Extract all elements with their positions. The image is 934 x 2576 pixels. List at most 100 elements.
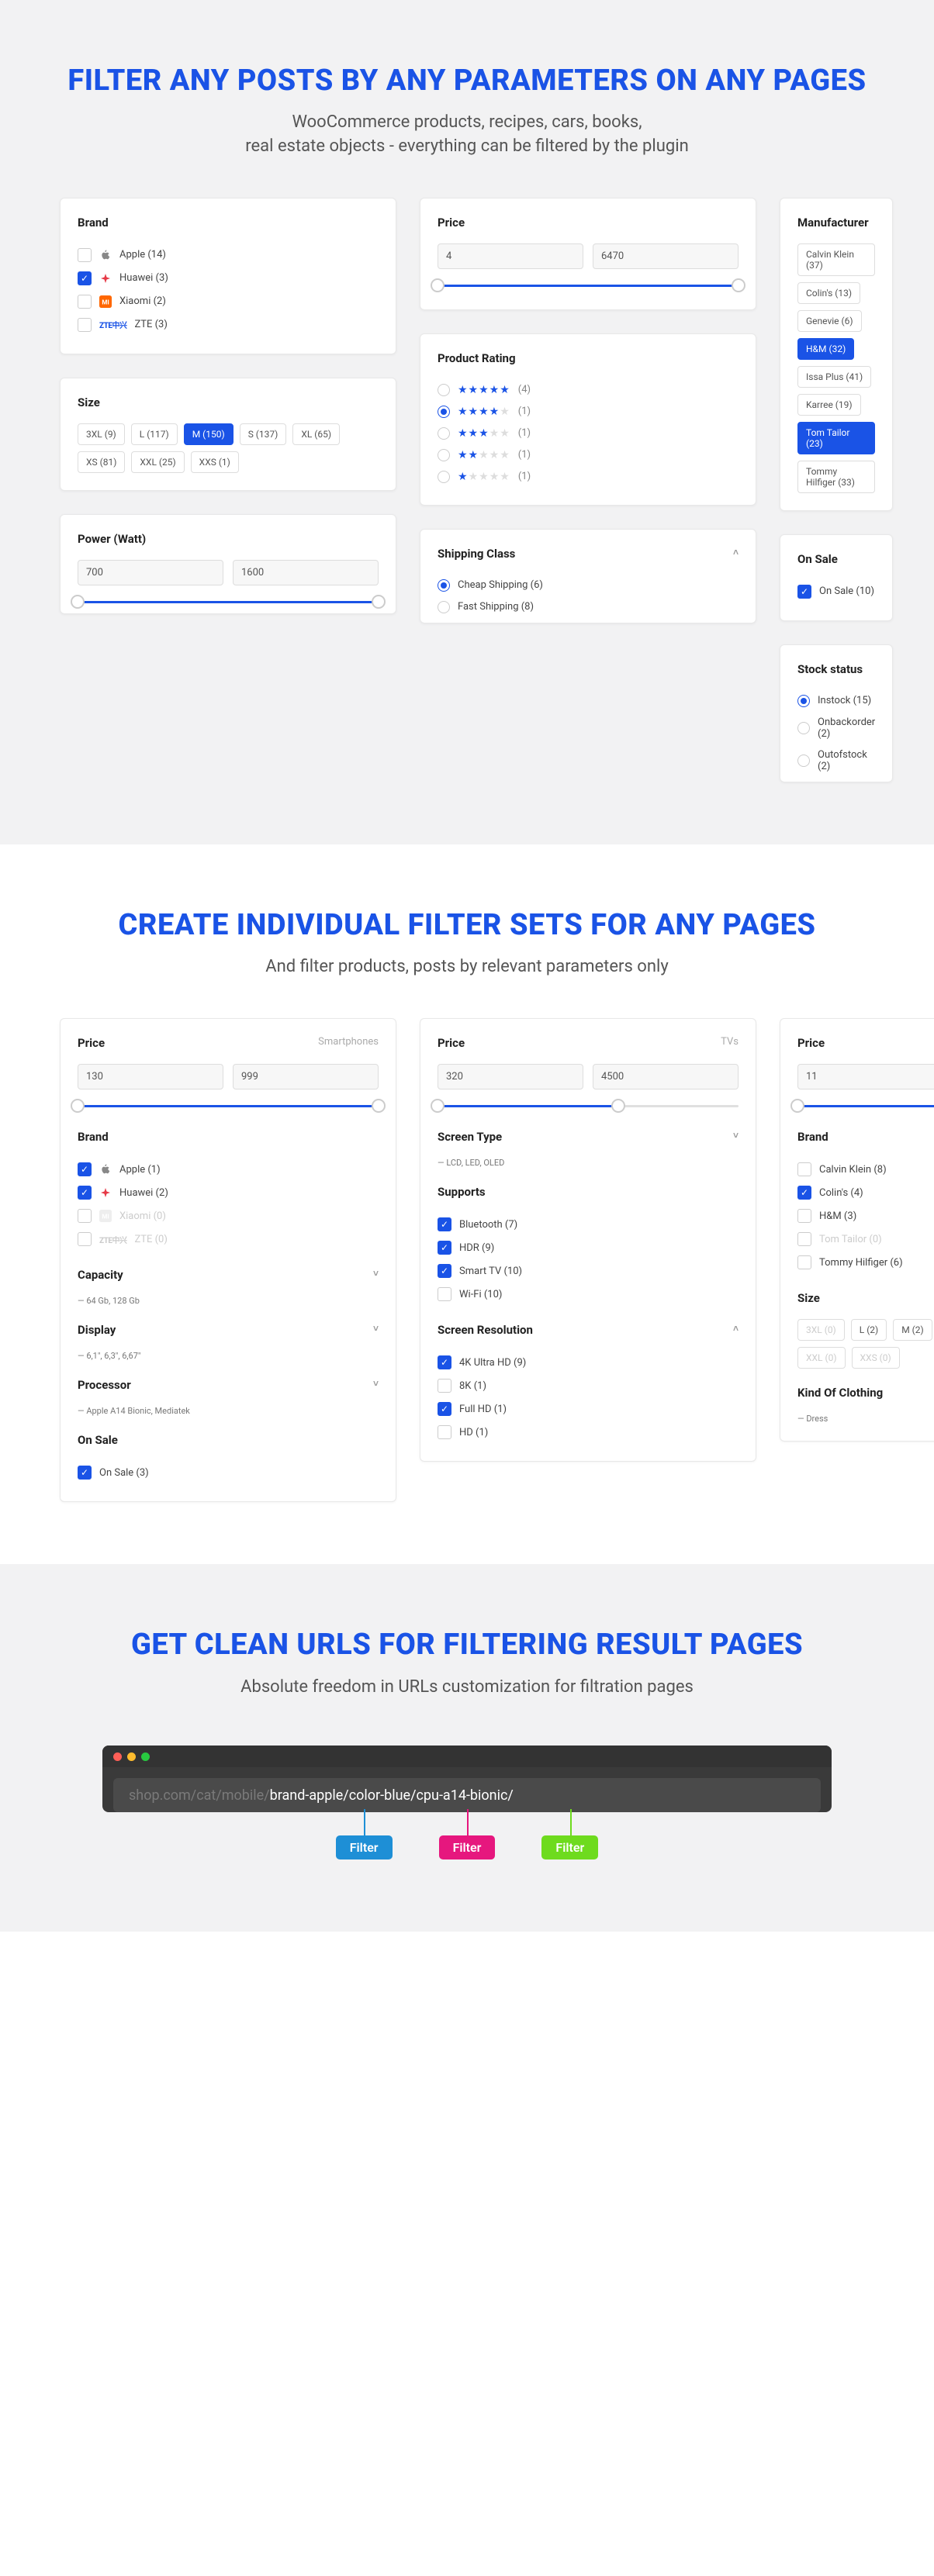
tvs-card: PriceTVs Screen Type˅ — LCD, LED, OLED S… bbox=[420, 1018, 756, 1462]
chevron-down-icon: ˅ bbox=[733, 1130, 739, 1141]
checkbox-row[interactable]: ✓Full HD (1) bbox=[438, 1397, 739, 1421]
power-min-input[interactable] bbox=[78, 560, 223, 585]
rating-row[interactable]: ★★★★★(1) bbox=[438, 466, 739, 488]
cl-kind-title[interactable]: Kind Of Clothing˅ bbox=[797, 1386, 934, 1400]
radio-row[interactable]: Instock (15) bbox=[797, 690, 875, 712]
power-max-input[interactable] bbox=[233, 560, 379, 585]
checkbox-row[interactable]: ✓Huawei (2) bbox=[78, 1181, 379, 1204]
chip[interactable]: S (137) bbox=[240, 423, 287, 445]
radio-row[interactable]: Outofstock (2) bbox=[797, 744, 875, 777]
checkbox-row[interactable]: ✓Colin's (4) bbox=[797, 1181, 934, 1204]
checkbox-row[interactable]: ✓On Sale (3) bbox=[78, 1461, 379, 1484]
checkbox-label: 4K Ultra HD (9) bbox=[459, 1357, 526, 1369]
checkbox-row[interactable]: ZTE中兴ZTE (3) bbox=[78, 313, 379, 337]
checkbox-label: Bluetooth (7) bbox=[459, 1219, 517, 1231]
chip[interactable]: Issa Plus (41) bbox=[797, 366, 871, 388]
checkbox-row[interactable]: Apple (14) bbox=[78, 243, 379, 267]
rating-count: (1) bbox=[518, 471, 531, 482]
rating-row[interactable]: ★★★★★(4) bbox=[438, 379, 739, 401]
checkbox-icon bbox=[797, 1209, 811, 1223]
chip[interactable]: Tommy Hilfiger (33) bbox=[797, 461, 875, 493]
chip[interactable]: XXS (1) bbox=[191, 451, 239, 473]
checkbox-row[interactable]: Tommy Hilfiger (6) bbox=[797, 1251, 934, 1274]
chevron-down-icon: ˅ bbox=[373, 1323, 379, 1334]
chip[interactable]: 3XL (9) bbox=[78, 423, 125, 445]
checkbox-row[interactable]: Tom Tailor (0) bbox=[797, 1228, 934, 1251]
price-max-input[interactable] bbox=[593, 243, 739, 269]
checkbox-row[interactable]: MIXiaomi (2) bbox=[78, 290, 379, 313]
cl-price-min[interactable] bbox=[797, 1064, 934, 1089]
checkbox-icon: ✓ bbox=[438, 1241, 451, 1255]
sp-price-min[interactable] bbox=[78, 1064, 223, 1089]
close-dot-icon bbox=[113, 1752, 122, 1761]
checkbox-row[interactable]: Calvin Klein (8) bbox=[797, 1158, 934, 1181]
sp-processor-title[interactable]: Processor˅ bbox=[78, 1378, 379, 1392]
checkbox-label: Huawei (2) bbox=[119, 1187, 168, 1199]
checkbox-row[interactable]: ✓On Sale (10) bbox=[797, 580, 875, 603]
chip[interactable]: 3XL (0) bbox=[797, 1319, 845, 1341]
sp-price-max[interactable] bbox=[233, 1064, 379, 1089]
sp-price-slider[interactable] bbox=[78, 1099, 379, 1113]
checkbox-row[interactable]: ✓4K Ultra HD (9) bbox=[438, 1351, 739, 1374]
section2-title: CREATE INDIVIDUAL FILTER SETS FOR ANY PA… bbox=[60, 906, 874, 944]
rating-row[interactable]: ★★★★★(1) bbox=[438, 401, 739, 423]
chip[interactable]: L (2) bbox=[851, 1319, 887, 1341]
chip[interactable]: Colin's (13) bbox=[797, 282, 860, 304]
rating-row[interactable]: ★★★★★(1) bbox=[438, 444, 739, 466]
sp-capacity-title[interactable]: Capacity˅ bbox=[78, 1268, 379, 1282]
tv-price-max[interactable] bbox=[593, 1064, 739, 1089]
price-slider[interactable] bbox=[438, 278, 739, 292]
tv-resolution-title[interactable]: Screen Resolution˄ bbox=[438, 1323, 739, 1337]
clothing-card: PriceClothing Brand Calvin Klein (8)✓Col… bbox=[780, 1018, 934, 1442]
checkbox-icon bbox=[78, 1209, 92, 1223]
sp-display-title[interactable]: Display˅ bbox=[78, 1323, 379, 1337]
chip[interactable]: XXS (0) bbox=[852, 1347, 900, 1369]
radio-row[interactable]: Cheap Shipping (6) bbox=[438, 575, 739, 596]
chevron-up-icon[interactable]: ˄ bbox=[733, 547, 739, 558]
checkbox-icon: ✓ bbox=[78, 1466, 92, 1480]
size-title: Size bbox=[78, 395, 379, 409]
checkbox-row[interactable]: H&M (3) bbox=[797, 1204, 934, 1228]
chip[interactable]: M (150) bbox=[184, 423, 234, 445]
checkbox-row[interactable]: ✓Huawei (3) bbox=[78, 267, 379, 290]
power-slider[interactable] bbox=[78, 595, 379, 609]
cl-price-slider[interactable] bbox=[797, 1099, 934, 1113]
chip[interactable]: H&M (32) bbox=[797, 338, 854, 360]
maximize-dot-icon bbox=[141, 1752, 150, 1761]
tv-price-min[interactable] bbox=[438, 1064, 583, 1089]
chip[interactable]: Genevie (6) bbox=[797, 310, 862, 332]
star-icons: ★★★★★ bbox=[458, 384, 510, 396]
chip[interactable]: XS (81) bbox=[78, 451, 125, 473]
url-bar[interactable]: shop.com/cat/mobile/brand-apple/color-bl… bbox=[113, 1778, 821, 1812]
stock-title: Stock status bbox=[797, 662, 875, 676]
checkbox-icon bbox=[438, 1379, 451, 1393]
checkbox-row[interactable]: Wi-Fi (10) bbox=[438, 1283, 739, 1306]
radio-label: Onbackorder (2) bbox=[818, 717, 875, 740]
checkbox-row[interactable]: ✓HDR (9) bbox=[438, 1236, 739, 1259]
checkbox-row[interactable]: ✓Smart TV (10) bbox=[438, 1259, 739, 1283]
filter-label: Filter bbox=[541, 1835, 598, 1859]
checkbox-label: ZTE (0) bbox=[134, 1234, 167, 1245]
checkbox-row[interactable]: ✓Bluetooth (7) bbox=[438, 1213, 739, 1236]
radio-row[interactable]: Fast Shipping (8) bbox=[438, 596, 739, 618]
chip[interactable]: M (2) bbox=[893, 1319, 932, 1341]
checkbox-row[interactable]: 8K (1) bbox=[438, 1374, 739, 1397]
chip[interactable]: Tom Tailor (23) bbox=[797, 422, 875, 454]
checkbox-row[interactable]: ✓Apple (1) bbox=[78, 1158, 379, 1181]
section-filter-sets: CREATE INDIVIDUAL FILTER SETS FOR ANY PA… bbox=[0, 844, 934, 1564]
chip[interactable]: XL (65) bbox=[292, 423, 340, 445]
radio-row[interactable]: Onbackorder (2) bbox=[797, 712, 875, 744]
rating-row[interactable]: ★★★★★(1) bbox=[438, 423, 739, 444]
chip[interactable]: XXL (25) bbox=[131, 451, 184, 473]
checkbox-icon: ✓ bbox=[797, 585, 811, 599]
chip[interactable]: XXL (0) bbox=[797, 1347, 846, 1369]
chip[interactable]: Karree (19) bbox=[797, 394, 861, 416]
chip[interactable]: Calvin Klein (37) bbox=[797, 243, 875, 276]
chip[interactable]: L (117) bbox=[131, 423, 178, 445]
price-min-input[interactable] bbox=[438, 243, 583, 269]
tv-price-slider[interactable] bbox=[438, 1099, 739, 1113]
checkbox-row[interactable]: HD (1) bbox=[438, 1421, 739, 1444]
tv-screentype-title[interactable]: Screen Type˅ bbox=[438, 1130, 739, 1144]
checkbox-row[interactable]: ZTE中兴ZTE (0) bbox=[78, 1228, 379, 1251]
checkbox-row[interactable]: MIXiaomi (0) bbox=[78, 1204, 379, 1228]
